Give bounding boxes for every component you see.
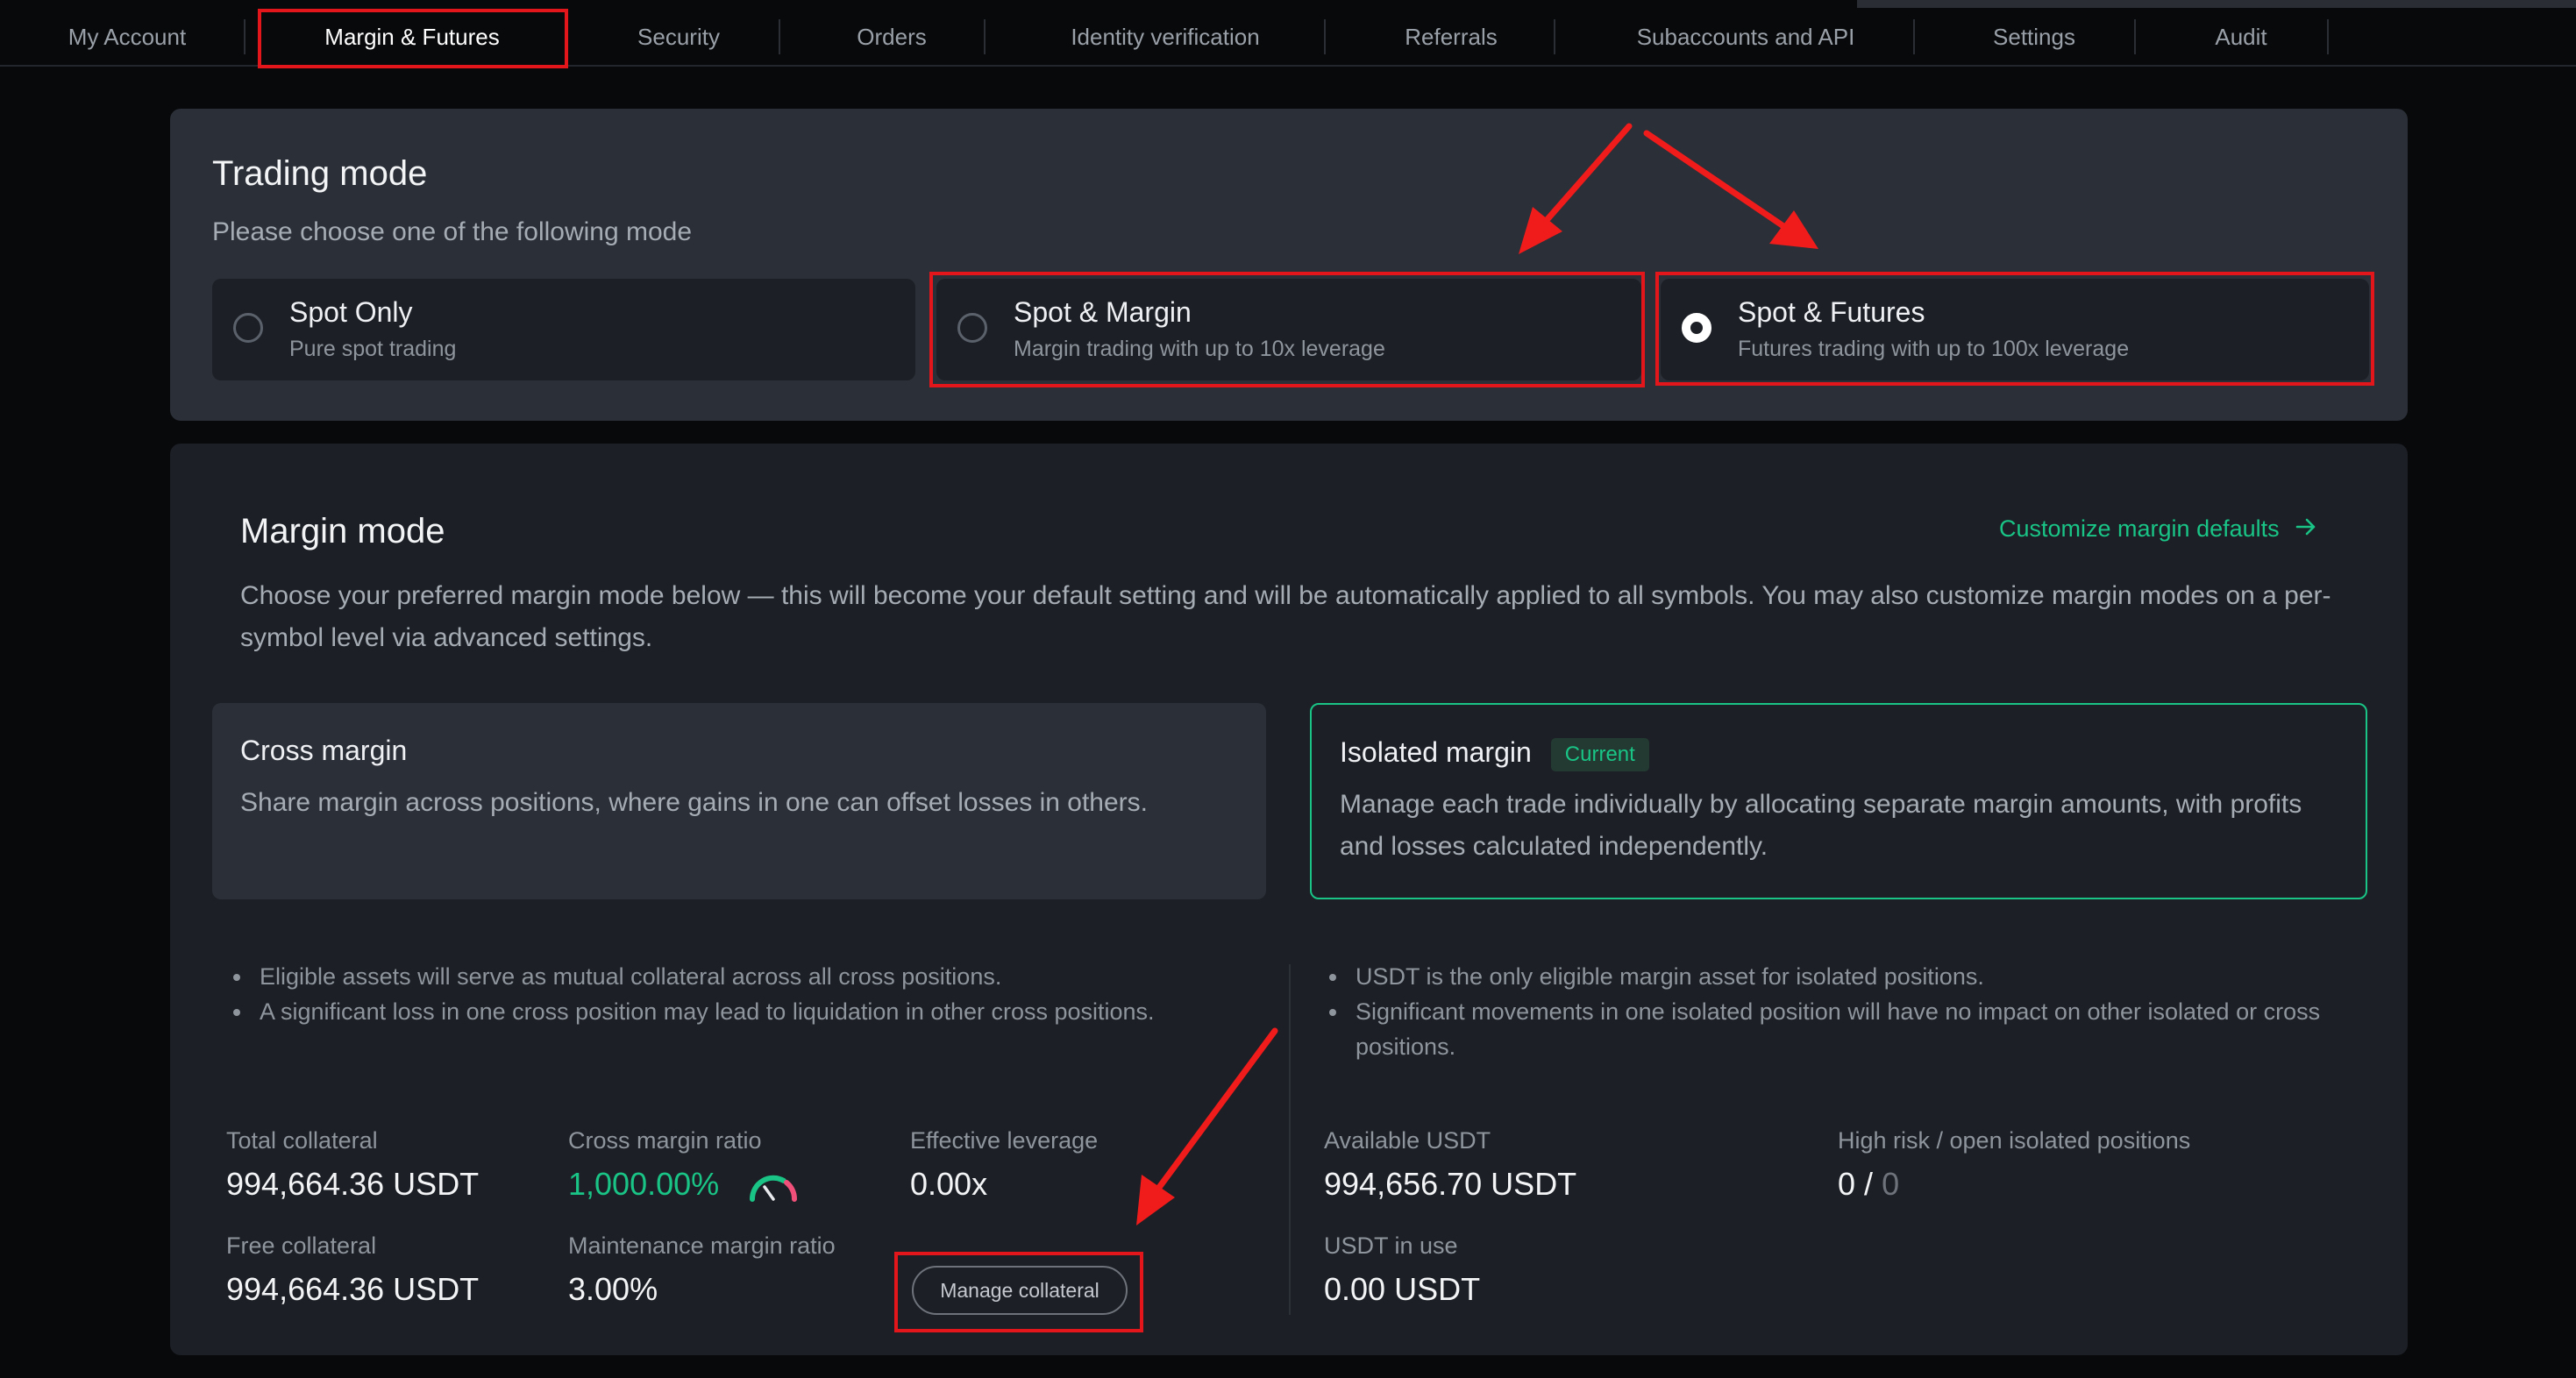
arrow-annotation-icon — [1643, 130, 1818, 249]
arrow-annotation-icon — [1136, 1027, 1278, 1225]
annotation-arrows — [1136, 123, 1818, 1225]
arrow-annotation-icon — [1519, 123, 1633, 254]
